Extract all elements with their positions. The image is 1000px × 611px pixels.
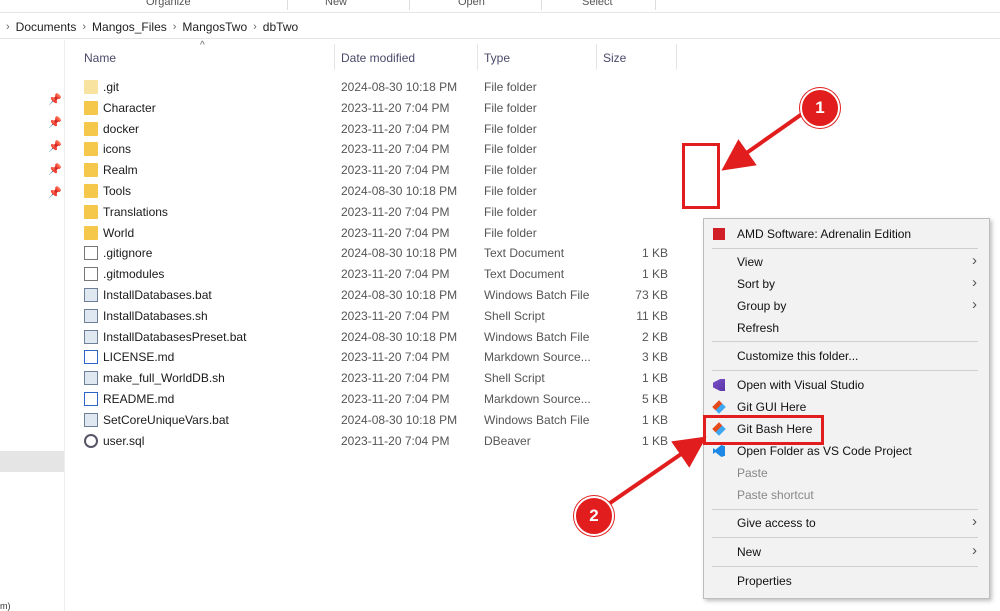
- annotation-arrows: [608, 112, 804, 505]
- step-badge-1: 1: [800, 88, 840, 128]
- arrow-step2: [608, 436, 707, 505]
- step-badge-2: 2: [574, 496, 614, 536]
- arrow-step1: [721, 112, 804, 171]
